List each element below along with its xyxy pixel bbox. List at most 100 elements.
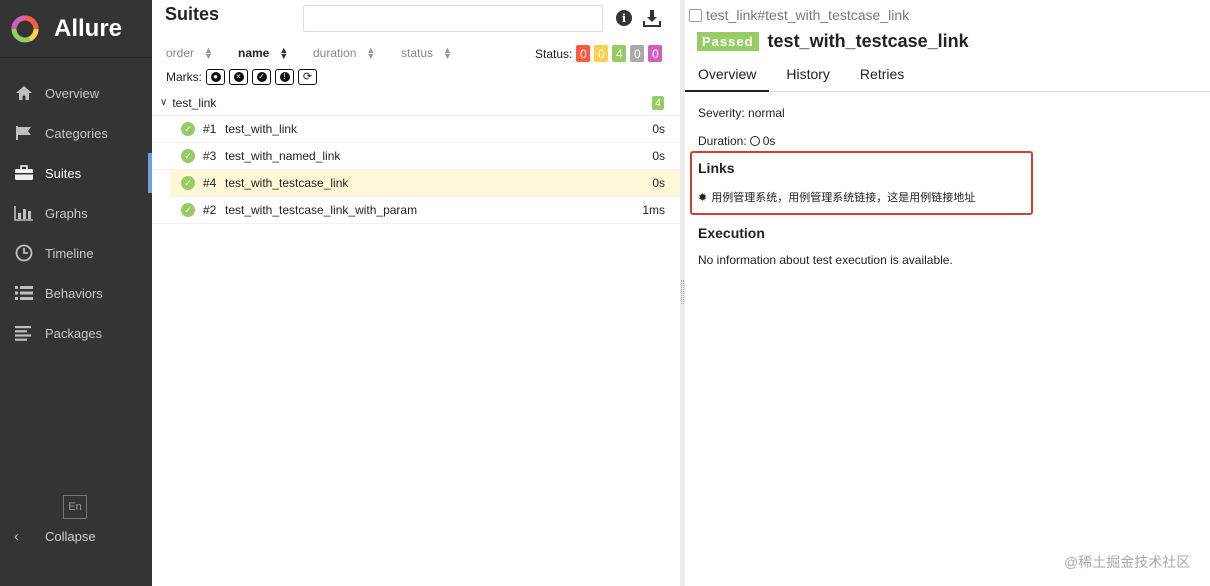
clock-icon [14, 243, 34, 263]
download-icon[interactable] [643, 9, 661, 27]
status-filter: Status: 0 0 4 0 0 [535, 45, 663, 62]
splitter-grip-icon[interactable] [681, 280, 684, 304]
flag-icon [14, 123, 34, 143]
row-number: #4 [203, 176, 217, 190]
severity-line: Severity: normal [698, 106, 785, 120]
row-number: #3 [203, 149, 217, 163]
flaky-mark-toggle[interactable]: ● [206, 69, 225, 85]
sidebar-item-label: Graphs [45, 205, 88, 221]
clock-icon [749, 136, 760, 146]
sidebar-item-overview[interactable]: Overview [0, 73, 152, 113]
chevron-down-icon: ∨ [160, 97, 168, 108]
sort-order-label: order [166, 46, 195, 60]
status-label: Status: [535, 46, 573, 61]
group-name: test_link [172, 95, 217, 110]
refresh-icon: ⟳ [302, 71, 313, 83]
status-badge: Passed [697, 32, 759, 51]
sort-duration-label: duration [313, 46, 357, 60]
app-name: Allure [54, 14, 123, 42]
status-unknown-toggle[interactable]: 0 [648, 45, 663, 62]
table-row[interactable]: ✓ #3 test_with_named_link 0s [152, 143, 680, 170]
table-row[interactable]: ✓ #2 test_with_testcase_link_with_param … [152, 197, 680, 224]
sort-status-label: status [401, 46, 434, 60]
sidebar-item-categories[interactable]: Categories [0, 113, 152, 153]
sidebar-item-suites[interactable]: Suites [0, 153, 152, 193]
tab-overview[interactable]: Overview [685, 62, 770, 92]
group-count-badge: 4 [652, 96, 664, 110]
suites-tree: ∨ test_link 4 ✓ #1 test_with_link 0s ✓ #… [152, 90, 680, 224]
row-duration: 0s [652, 149, 665, 163]
table-row[interactable]: ✓ #1 test_with_link 0s [152, 116, 680, 143]
sidebar-item-timeline[interactable]: Timeline [0, 233, 152, 273]
test-detail-pane: test_link#test_with_testcase_link Passed… [685, 0, 1210, 586]
times-circle-icon: × [233, 72, 244, 82]
retries-mark-toggle[interactable]: ⟳ [298, 69, 317, 85]
marks-filter: Marks: ● × ✓ ! ⟳ [166, 69, 317, 85]
watermark: @稀土掘金技术社区 [1064, 554, 1191, 570]
test-title-bar: Passed test_with_testcase_link [697, 31, 969, 52]
check-circle-icon: ✓ [181, 122, 195, 136]
sort-duration[interactable]: duration ▲ ▼ [313, 45, 376, 61]
row-duration: 0s [652, 176, 665, 190]
sort-name[interactable]: name ▲ ▼ [238, 45, 289, 61]
new-failed-mark-toggle[interactable]: × [229, 69, 248, 85]
sidebar-nav: Overview Categories Suites Graphs Timeli… [0, 73, 152, 353]
sidebar-item-label: Behaviors [45, 285, 103, 301]
new-passed-mark-toggle[interactable]: ✓ [252, 69, 271, 85]
sidebar: Allure Overview Categories Suites Graphs [0, 0, 152, 586]
sidebar-item-packages[interactable]: Packages [0, 313, 152, 353]
info-icon[interactable]: i [616, 10, 632, 26]
tab-history[interactable]: History [773, 62, 843, 92]
sort-arrows-icon: ▲ ▼ [366, 45, 376, 61]
status-broken-toggle[interactable]: 0 [594, 45, 609, 62]
row-name: test_with_named_link [225, 149, 341, 163]
sort-arrows-icon: ▲ ▼ [204, 45, 213, 61]
exclamation-circle-icon: ! [279, 72, 290, 82]
sort-arrows-icon: ▲ ▼ [279, 45, 289, 61]
duration-line: Duration: 0s [698, 132, 1198, 150]
execution-heading: Execution [698, 225, 765, 241]
tab-retries[interactable]: Retries [847, 62, 917, 92]
duration-value: 0s [762, 134, 776, 148]
check-circle-icon: ✓ [181, 149, 195, 163]
marks-label: Marks: [166, 70, 202, 84]
sidebar-item-behaviors[interactable]: Behaviors [0, 273, 152, 313]
tree-group[interactable]: ∨ test_link 4 [152, 90, 680, 116]
execution-text: No information about test execution is a… [698, 253, 953, 267]
breadcrumb[interactable]: test_link#test_with_testcase_link [689, 7, 909, 23]
briefcase-icon [14, 163, 34, 183]
row-name: test_with_link [225, 122, 298, 136]
collapse-label: Collapse [45, 529, 96, 544]
status-skipped-toggle[interactable]: 0 [630, 45, 645, 62]
row-number: #1 [203, 122, 217, 136]
list-icon [14, 283, 34, 303]
row-number: #2 [203, 203, 217, 217]
sidebar-item-label: Timeline [45, 245, 94, 261]
new-broken-mark-toggle[interactable]: ! [275, 69, 294, 85]
sort-order[interactable]: order ▲ ▼ [166, 45, 213, 61]
sort-arrows-icon: ▲ ▼ [443, 45, 452, 61]
row-duration: 1ms [642, 203, 665, 217]
sidebar-item-label: Suites [45, 165, 82, 181]
row-name: test_with_testcase_link [225, 176, 349, 190]
home-icon [14, 83, 34, 103]
collapse-button[interactable]: ‹ Collapse [14, 528, 96, 545]
table-row-selected[interactable]: ✓ #4 test_with_testcase_link 0s [170, 170, 680, 197]
copy-icon[interactable] [689, 8, 702, 22]
brand[interactable]: Allure [0, 0, 152, 58]
status-passed-toggle[interactable]: 4 [612, 45, 627, 62]
sidebar-item-graphs[interactable]: Graphs [0, 193, 152, 233]
check-circle-icon: ✓ [181, 176, 195, 190]
sidebar-item-label: Overview [45, 85, 100, 101]
sort-name-label: name [238, 46, 270, 60]
breadcrumb-text: test_link#test_with_testcase_link [706, 7, 910, 23]
bar-chart-icon [14, 203, 34, 223]
test-title: test_with_testcase_link [767, 31, 969, 51]
language-button[interactable]: En [63, 495, 87, 519]
overview-body: Severity: normal Duration: 0s Links ✹ 用例… [690, 104, 1198, 269]
sort-status[interactable]: status ▲ ▼ [401, 45, 452, 61]
check-circle-icon: ✓ [181, 203, 195, 217]
row-duration: 0s [652, 122, 665, 136]
search-input[interactable] [303, 5, 603, 32]
status-failed-toggle[interactable]: 0 [576, 45, 591, 62]
